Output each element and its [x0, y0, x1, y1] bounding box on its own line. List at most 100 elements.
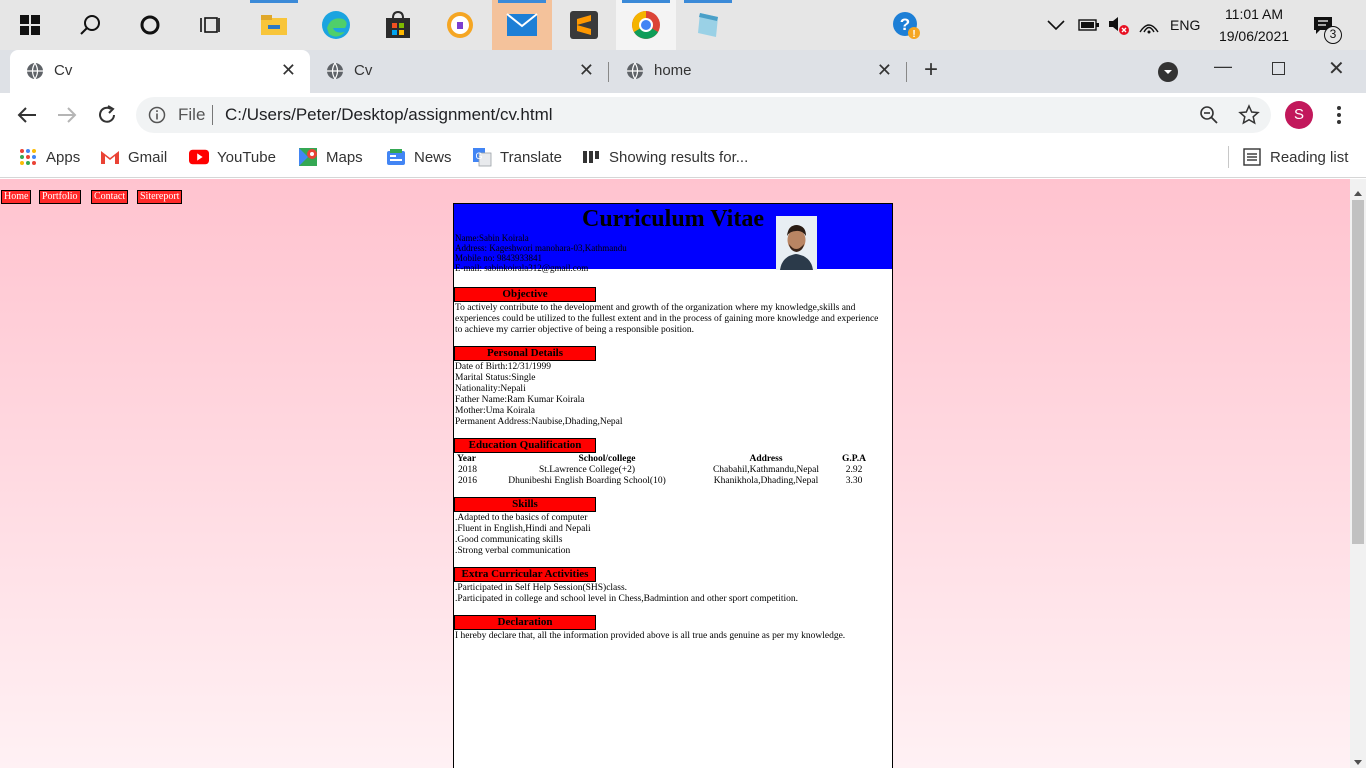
table-cell: Dhunibeshi English Boarding School(10)	[508, 476, 666, 486]
tab-close-icon[interactable]: ✕	[877, 60, 892, 81]
bookmark-showing-results[interactable]: Showing results for...	[581, 146, 748, 168]
cortana-icon[interactable]	[120, 0, 180, 50]
reading-list-button[interactable]: Reading list	[1242, 146, 1348, 168]
tab-close-icon[interactable]: ✕	[579, 60, 594, 81]
header-mobile: Mobile no: 9843933841	[455, 253, 542, 263]
task-view-icon[interactable]	[180, 0, 240, 50]
bookmark-label: Apps	[46, 148, 81, 166]
microsoft-store-icon[interactable]	[368, 0, 428, 50]
apps-grid-icon	[18, 147, 38, 167]
windows-taskbar: ?! ENG 11:01 AM 19/06/2021 3	[0, 0, 1366, 50]
objective-text: To actively contribute to the developmen…	[455, 303, 879, 335]
zoom-icon[interactable]	[1199, 105, 1219, 130]
news-icon	[386, 147, 406, 167]
page-scrollbar[interactable]	[1350, 179, 1366, 768]
chrome-icon[interactable]	[616, 0, 676, 50]
personal-father: Father Name:Ram Kumar Koirala	[455, 395, 585, 405]
bookmarks-bar: Apps Gmail YouTube Maps News G Translate	[0, 138, 1366, 178]
battery-icon[interactable]	[1078, 0, 1100, 50]
section-title-extra-curricular: Extra Curricular Activities	[454, 567, 596, 582]
scroll-down-arrow-icon[interactable]	[1353, 754, 1363, 768]
volume-muted-icon[interactable]	[1107, 0, 1131, 50]
clock-date: 19/06/2021	[1218, 28, 1290, 44]
browser-toolbar: File C:/Users/Peter/Desktop/assignment/c…	[0, 93, 1366, 138]
back-arrow-icon[interactable]	[16, 104, 38, 131]
globe-icon	[627, 62, 643, 80]
reload-icon[interactable]	[96, 104, 118, 131]
new-tab-plus-icon[interactable]: +	[924, 56, 938, 84]
window-close-icon[interactable]: ✕	[1328, 56, 1345, 81]
address-bar[interactable]: File C:/Users/Peter/Desktop/assignment/c…	[136, 97, 1271, 133]
bookmark-maps[interactable]: Maps	[298, 146, 363, 168]
file-scheme-label: File	[178, 105, 206, 124]
table-header: Year	[457, 454, 476, 464]
activity-item: .Participated in Self Help Session(SHS)c…	[455, 583, 628, 593]
address-divider	[212, 105, 213, 125]
clock-time: 11:01 AM	[1224, 6, 1284, 22]
url-text[interactable]: C:/Users/Peter/Desktop/assignment/cv.htm…	[225, 105, 553, 125]
header-address: Address: Kageshwori manohara-03,Kathmand…	[455, 243, 627, 253]
bookmark-gmail[interactable]: Gmail	[100, 146, 167, 168]
bookmark-label: Translate	[500, 148, 562, 166]
tab-home[interactable]: home ✕	[610, 50, 906, 93]
show-hidden-icons-chevron-icon[interactable]	[1046, 0, 1066, 50]
windows-start-icon[interactable]	[0, 0, 60, 50]
action-center-icon[interactable]: 3	[1312, 0, 1342, 50]
bookmark-apps[interactable]: Apps	[18, 146, 80, 168]
table-cell: 2.92	[845, 465, 863, 475]
svg-text:G: G	[475, 151, 482, 161]
tab-divider	[906, 62, 907, 82]
file-explorer-icon[interactable]	[244, 0, 304, 50]
tab-title: Cv	[354, 62, 373, 79]
profile-photo	[776, 216, 817, 270]
tab-search-icon[interactable]	[1158, 62, 1178, 82]
wifi-icon[interactable]	[1138, 0, 1160, 50]
bookmark-translate[interactable]: G Translate	[472, 146, 562, 168]
bookmark-site-icon	[581, 147, 601, 167]
bookmark-youtube[interactable]: YouTube	[189, 146, 276, 168]
reading-list-label: Reading list	[1270, 148, 1349, 166]
bookmark-star-icon[interactable]	[1238, 104, 1260, 131]
mail-icon[interactable]	[492, 0, 552, 50]
header-name: Name:Sabin Koirala	[455, 233, 529, 243]
nav-link-sitereport[interactable]: Sitereport	[137, 190, 183, 204]
sublime-text-icon[interactable]	[554, 0, 614, 50]
nav-link-home[interactable]: Home	[1, 190, 32, 204]
cv-header: Curriculum Vitae Name:Sabin Koirala Addr…	[454, 204, 892, 273]
bookmark-label: YouTube	[217, 148, 276, 166]
menu-kebab-icon[interactable]	[1336, 105, 1342, 130]
notepad-icon[interactable]	[678, 0, 738, 50]
info-icon[interactable]	[148, 106, 166, 129]
reading-list-icon	[1242, 147, 1262, 167]
table-header: Address	[749, 454, 783, 464]
clock[interactable]: 11:01 AM 19/06/2021	[1214, 0, 1294, 50]
nav-link-portfolio[interactable]: Portfolio	[39, 190, 81, 204]
maps-icon	[298, 147, 318, 167]
personal-mother: Mother:Uma Koirala	[455, 406, 535, 416]
profile-avatar[interactable]: S	[1285, 101, 1313, 129]
bookmark-news[interactable]: News	[386, 146, 452, 168]
page-title: Curriculum Vitae	[582, 206, 764, 232]
browser-tab-strip: Cv ✕ Cv ✕ home ✕ + — ✕	[0, 50, 1366, 93]
language-indicator[interactable]: ENG	[1170, 0, 1200, 50]
tab-close-icon[interactable]: ✕	[281, 60, 296, 81]
search-icon[interactable]	[60, 0, 120, 50]
section-title-personal: Personal Details	[454, 346, 596, 361]
table-cell: Khanikhola,Dhading,Nepal	[713, 476, 819, 486]
table-cell: St.Lawrence College(+2)	[538, 465, 636, 475]
forward-arrow-icon[interactable]	[56, 104, 78, 131]
restore-icon[interactable]	[1272, 62, 1285, 75]
minimize-icon[interactable]: —	[1214, 56, 1232, 77]
bookmarks-divider	[1228, 146, 1229, 168]
skill-item: .Strong verbal communication	[455, 546, 571, 556]
activity-item: .Participated in college and school leve…	[455, 594, 798, 604]
globe-icon	[27, 62, 43, 80]
section-title-education: Education Qualification	[454, 438, 596, 453]
tab-cv-active[interactable]: Cv ✕	[10, 50, 310, 93]
vpn-app-icon[interactable]	[430, 0, 490, 50]
tab-cv[interactable]: Cv ✕	[310, 50, 608, 93]
edge-icon[interactable]	[306, 0, 366, 50]
scrollbar-thumb[interactable]	[1352, 200, 1364, 544]
help-icon[interactable]: ?!	[876, 0, 936, 50]
nav-link-contact[interactable]: Contact	[91, 190, 129, 204]
